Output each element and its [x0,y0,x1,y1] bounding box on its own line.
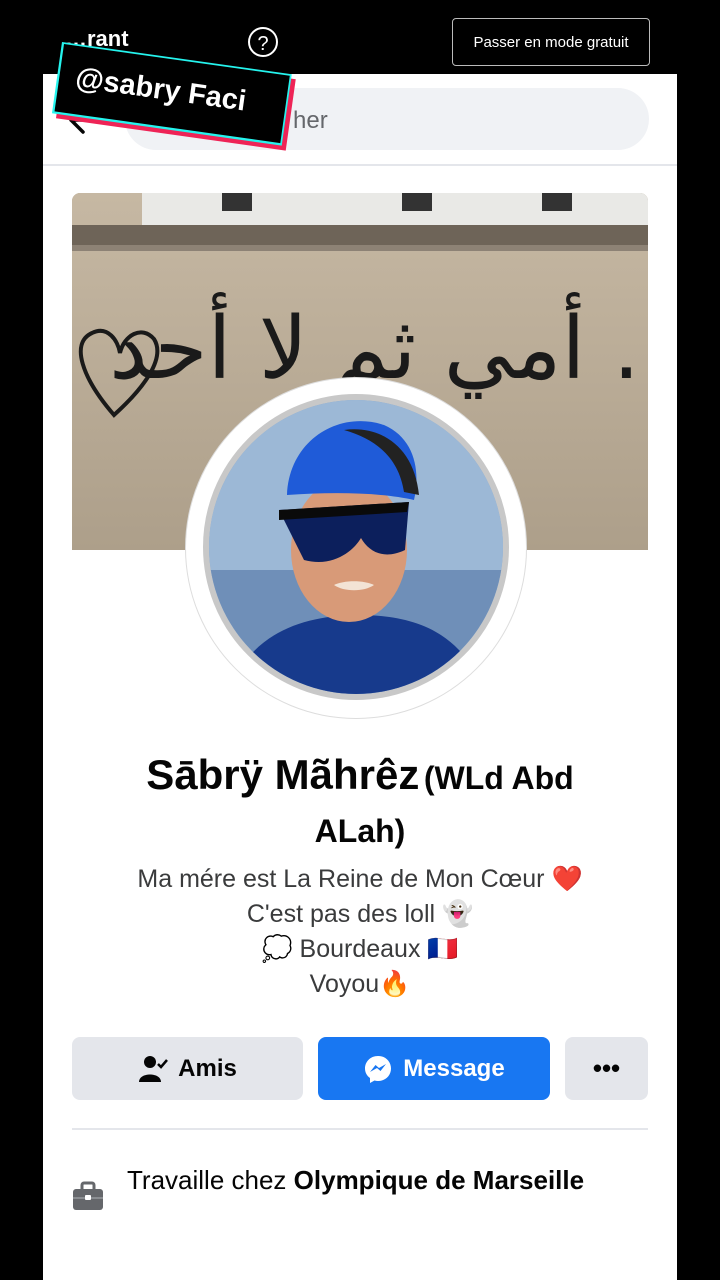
profile-name: Sābrÿ Mãhrêz (WLd Abd ALah) [43,752,677,861]
friends-label: Amis [178,1054,237,1082]
message-label: Message [403,1054,505,1082]
work-info: Travaille chez Olympique de Marseille [127,1163,597,1198]
briefcase-icon [73,1181,103,1210]
profile-bio: Ma mére est La Reine de Mon Cœur ❤️ C'es… [43,862,677,1002]
friends-button[interactable]: Amis [72,1037,303,1100]
messenger-icon [363,1054,393,1084]
avatar-photo [209,400,503,694]
profile-screen: …rant ? Passer en mode gratuit her أمي ث… [43,0,677,1280]
friends-check-icon [138,1054,169,1084]
section-divider [72,1128,648,1130]
work-employer-link[interactable]: Olympique de Marseille [294,1165,584,1195]
profile-name-suffix-1: (WLd Abd [423,760,574,796]
tiktok-watermark: @sabry Faci [51,20,302,151]
more-options-button[interactable]: ••• [565,1037,648,1100]
profile-name-suffix-2: ALah) [314,813,406,849]
bio-line: 💭 Bourdeaux 🇫🇷 [261,935,459,963]
bio-line: Voyou🔥 [309,970,411,998]
bio-line: Ma mére est La Reine de Mon Cœur ❤️ [137,865,583,893]
bio-line: C'est pas des loll 👻 [246,900,474,928]
header-divider [43,164,677,166]
work-prefix: Travaille chez [127,1165,294,1195]
avatar[interactable] [203,394,509,700]
message-button[interactable]: Message [318,1037,550,1100]
profile-name-main: Sābrÿ Mãhrêz [146,751,420,798]
free-mode-button[interactable]: Passer en mode gratuit [452,18,650,66]
